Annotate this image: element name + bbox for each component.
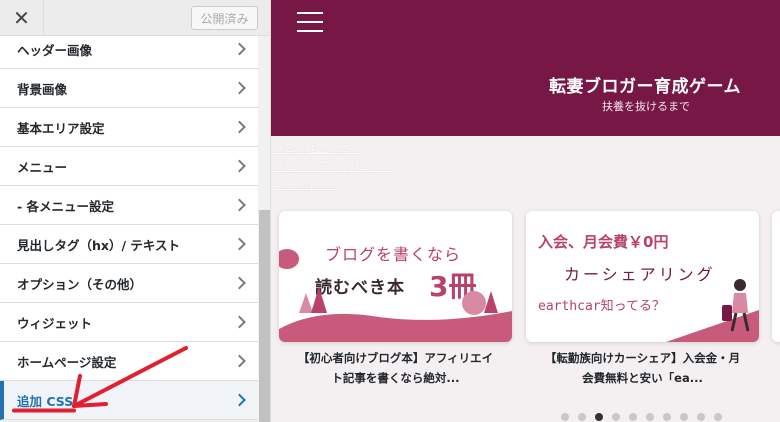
carousel-dot[interactable] xyxy=(561,413,569,421)
menu-item-label: オプション（その他） xyxy=(17,276,143,292)
menu-item-menus[interactable]: メニュー xyxy=(0,147,258,186)
screen: ヘッダー画像 背景画像 基本エリア設定 メニュー - 各メニュー設定 見出しタグ… xyxy=(0,0,780,422)
menu-item-background-image[interactable]: 背景画像 xyxy=(0,69,258,108)
menu-item-label: - 各メニュー設定 xyxy=(17,198,115,214)
site-header: 転妻ブロガー育成ゲーム 扶養を抜けるまで xyxy=(271,0,780,136)
post-title-line: 会費無料と安い「ea... xyxy=(582,371,703,385)
post-title-line: ト記事を書くなら絶対... xyxy=(331,371,460,385)
chevron-right-icon xyxy=(233,315,246,329)
post-card[interactable]: ブログを書くなら 読むべき本 3冊 【初心者向けブログ本】アフィリエイ ト記事を… xyxy=(279,211,512,385)
thumbnail-text: カーシェアリング xyxy=(564,265,716,284)
menu-item-widgets[interactable]: ウィジェット xyxy=(0,303,258,342)
menu-item-label: 基本エリア設定 xyxy=(17,120,105,136)
menu-item-label: 背景画像 xyxy=(17,81,68,97)
site-tagline: 扶養を抜けるまで xyxy=(602,100,690,113)
nav-link[interactable]: ブログとアフィリエイト xyxy=(273,158,394,176)
menu-item-label: メニュー xyxy=(17,159,68,175)
chevron-right-icon xyxy=(233,354,246,368)
carousel-dot[interactable] xyxy=(697,413,705,421)
carousel-dot[interactable] xyxy=(578,413,586,421)
menu-item-label: ウィジェット xyxy=(17,315,93,331)
carousel-dot[interactable] xyxy=(612,413,620,421)
menu-item-options[interactable]: オプション（その他） xyxy=(0,264,258,303)
post-title-line: 【初心者向けブログ本】アフィリエイ xyxy=(297,351,494,365)
post-thumbnail[interactable] xyxy=(772,211,780,342)
close-icon: ✕ xyxy=(13,6,30,30)
site-title[interactable]: 転妻ブロガー育成ゲーム xyxy=(549,72,741,97)
post-card[interactable]: 入会、月会費￥0円 カーシェアリング earthcar知ってる？ 【転勤族向けカ… xyxy=(526,211,759,385)
post-title[interactable]: 【初心者向けブログ本】アフィリエイ ト記事を書くなら絶対... xyxy=(279,348,512,388)
post-thumbnail[interactable]: 入会、月会費￥0円 カーシェアリング earthcar知ってる？ xyxy=(526,211,759,342)
carousel-dot[interactable] xyxy=(646,413,654,421)
menu-item-heading-tags[interactable]: 見出しタグ（hx）/ テキスト xyxy=(0,225,258,264)
tree-illustration xyxy=(279,249,512,342)
carousel-dot[interactable] xyxy=(714,413,722,421)
chevron-right-icon xyxy=(233,237,246,251)
post-card-partial[interactable] xyxy=(772,211,780,379)
menu-item-menu-settings[interactable]: - 各メニュー設定 xyxy=(0,186,258,225)
hidden-nav-links: ブログ運営のコツ ブログとアフィリエイト プロフィール xyxy=(273,140,394,194)
chevron-right-icon xyxy=(233,393,246,407)
scrollbar-thumb[interactable] xyxy=(259,210,270,422)
carousel-dot[interactable] xyxy=(680,413,688,421)
menu-item-basic-area[interactable]: 基本エリア設定 xyxy=(0,108,258,147)
chevron-right-icon xyxy=(233,276,246,290)
hamburger-menu-icon[interactable] xyxy=(297,12,323,34)
customizer-topbar: ✕ 公開済み xyxy=(0,0,270,36)
menu-item-label: ヘッダー画像 xyxy=(17,42,93,58)
close-button[interactable]: ✕ xyxy=(0,0,44,36)
post-thumbnail[interactable]: ブログを書くなら 読むべき本 3冊 xyxy=(279,211,512,342)
site-preview: 転妻ブロガー育成ゲーム 扶養を抜けるまで ブログ運営のコツ ブログとアフィリエイ… xyxy=(271,0,780,422)
chevron-right-icon xyxy=(233,81,246,95)
post-title[interactable]: 【転勤族向けカーシェア】入会金・月 会費無料と安い「ea... xyxy=(526,348,759,388)
chevron-right-icon xyxy=(233,159,246,173)
publish-button[interactable]: 公開済み xyxy=(191,6,258,30)
chevron-right-icon xyxy=(233,198,246,212)
chevron-right-icon xyxy=(233,42,246,56)
traveler-illustration xyxy=(722,279,750,332)
nav-link[interactable]: プロフィール xyxy=(273,176,394,194)
thumbnail-text: 入会、月会費￥0円 xyxy=(538,233,669,251)
carousel-dot[interactable] xyxy=(595,413,603,421)
carousel-dot[interactable] xyxy=(663,413,671,421)
nav-link[interactable]: ブログ運営のコツ xyxy=(273,140,394,158)
carousel-pagination xyxy=(561,413,722,421)
chevron-right-icon xyxy=(233,120,246,134)
carousel-dot[interactable] xyxy=(629,413,637,421)
post-title-line: 【転勤族向けカーシェア】入会金・月 xyxy=(544,351,741,365)
annotation-underline xyxy=(12,408,76,413)
menu-item-label: 見出しタグ（hx）/ テキスト xyxy=(17,237,181,253)
annotation-arrow-icon xyxy=(72,346,188,408)
